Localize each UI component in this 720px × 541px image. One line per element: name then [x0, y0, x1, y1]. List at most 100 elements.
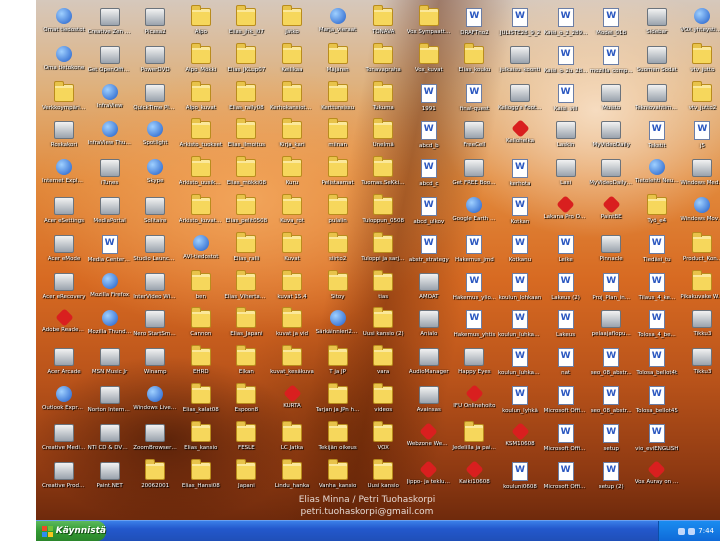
folder-icon: [236, 458, 257, 480]
folder-icon: [373, 42, 394, 64]
desktop-icon[interactable]: setup (2): [589, 456, 633, 502]
desktop-icon-label: Get OpenOffice.org: [87, 66, 132, 73]
folder-icon: [327, 118, 348, 140]
folder-icon: [646, 194, 667, 215]
desktop-icon-label: Kerttureissu: [321, 104, 355, 111]
folder-icon: [236, 231, 257, 253]
desktop-icon-label: final-quest: [459, 105, 489, 112]
document-icon: [648, 348, 665, 368]
watermark-line-2: petri.tuohaskorpi@gmail.com: [300, 507, 434, 517]
folder-icon: [282, 269, 302, 291]
folder-icon: [373, 458, 394, 480]
program-icon: [418, 386, 439, 404]
desktop-icon-label: Acer eSettings: [43, 218, 85, 224]
desktop-icon-label: Elias_ilmoitus: [227, 142, 266, 149]
document-icon: [101, 234, 118, 254]
program-icon: [692, 348, 713, 367]
folder-icon: [190, 458, 211, 480]
desktop-icon[interactable]: kouluni0608: [498, 456, 542, 502]
desktop-icon-label: Arkisto_uusikset2: [178, 180, 223, 187]
document-icon: [694, 121, 711, 141]
desktop-icon[interactable]: Elias_Hansi08: [179, 456, 223, 502]
desktop-icon-label: Elias_kalat08: [182, 407, 219, 413]
application-icon: [510, 119, 530, 139]
desktop-icon-label: Lasi: [560, 180, 571, 187]
desktop-icon[interactable]: Tikku3: [680, 342, 720, 388]
folder-icon: [236, 42, 257, 64]
folder-icon: [236, 383, 257, 404]
desktop-icon-label: Sidebar: [646, 29, 668, 35]
desktop-icon-label: KSM10608: [505, 440, 535, 447]
desktop-icon-label: Kaiki10608: [459, 478, 490, 485]
desktop-icon[interactable]: Vox Auray on tehnyt lukuki...: [635, 456, 679, 502]
desktop-icon-label: Unelmä: [372, 142, 394, 149]
desktop-icon-label: Model_01B: [596, 30, 627, 36]
desktop-icon-label: Hakemus_yhtis: [453, 332, 496, 339]
program-icon: [145, 45, 166, 64]
desktop-icon-label: seo_08_abstr...: [590, 370, 632, 377]
program-icon: [418, 272, 439, 291]
desktop-icon-label: Uusi kansio (2): [362, 331, 404, 338]
tray-volume-icon[interactable]: [688, 527, 696, 535]
document-icon: [557, 386, 574, 405]
document-icon: [603, 348, 620, 368]
desktop-icon-label: Arkisto_tuokset: [179, 142, 223, 149]
desktop[interactable]: Omat tiedostot Oma tietokone Verkkoympäris…: [36, 0, 720, 520]
desktop-icon-label: Lakeus: [556, 332, 576, 339]
desktop-icon[interactable]: Microsoft Office Word 2003: [544, 456, 588, 502]
application-icon: [601, 195, 621, 214]
desktop-icon-label: Windows Media Player: [680, 180, 720, 187]
document-icon: [466, 234, 483, 254]
desktop-icon-label: Kaisi_o_2_28908: [543, 30, 588, 36]
folder-icon: [54, 80, 74, 102]
windows-logo-icon: [42, 525, 53, 537]
program-icon: [145, 423, 166, 442]
desktop-icon-label: Alpo: [194, 29, 207, 35]
folder-icon: [373, 307, 394, 329]
desktop-icon-label: Hakemus_ylio...: [452, 294, 496, 301]
desktop-icon-label: Kaisi_o_2u_28...: [543, 67, 588, 74]
program-icon: [418, 310, 439, 329]
program-icon: [145, 310, 166, 329]
desktop-icon-label: vara: [377, 369, 390, 376]
desktop-icon-label: KURTA: [283, 403, 301, 409]
tray-network-icon[interactable]: [678, 527, 686, 535]
folder-icon: [373, 383, 394, 404]
desktop-icon[interactable]: 20062001: [133, 456, 177, 502]
desktop-icon-label: Arkisto_kuvat_stn: [178, 218, 223, 224]
folder-icon: [327, 231, 348, 253]
desktop-icon-label: Tuomas.SeKki07: [361, 180, 406, 187]
desktop-icon-label: kouluni0608: [503, 483, 537, 490]
globe-icon: [101, 272, 118, 289]
application-icon: [282, 384, 302, 403]
folder-icon: [282, 5, 302, 26]
globe-icon: [329, 310, 346, 327]
desktop-icon-label: Tuloppi ja sarja moitti: [361, 255, 405, 262]
document-icon: [648, 423, 665, 443]
desktop-icon-label: Sitoy: [330, 293, 345, 300]
start-button[interactable]: Käynnistä: [36, 521, 106, 541]
desktop-icon-label: AMOAT: [419, 293, 439, 300]
desktop-icon-label: Paint.NET: [96, 482, 123, 489]
folder-icon: [190, 307, 211, 329]
document-icon: [512, 197, 528, 216]
desktop-icon-label: Verkkoympäristö: [42, 104, 86, 111]
desktop-icon-label: Muisto: [602, 104, 621, 111]
desktop-icon-label: Elias_Vihertaakso: [224, 293, 269, 300]
folder-icon: [145, 458, 166, 480]
folder-icon: [190, 194, 211, 215]
globe-icon: [694, 197, 711, 213]
desktop-icon-label: Suomen Sodat: [636, 66, 677, 73]
desktop-icon-label: Omat tiedostot: [43, 27, 85, 33]
desktop-icon[interactable]: Paint.NET: [88, 456, 132, 502]
program-icon: [99, 159, 120, 178]
desktop-icon-label: 20062001: [141, 482, 170, 489]
desktop-icon-label: AVI-tiedostot: [183, 253, 219, 260]
folder-icon: [327, 420, 348, 442]
folder-icon: [327, 42, 348, 64]
globe-icon: [147, 121, 164, 138]
desktop-icon[interactable]: Creative Product Registration: [42, 456, 86, 502]
desktop-icon-label: vtv_jutto: [690, 66, 715, 73]
folder-icon: [190, 420, 211, 442]
program-icon: [99, 348, 120, 367]
